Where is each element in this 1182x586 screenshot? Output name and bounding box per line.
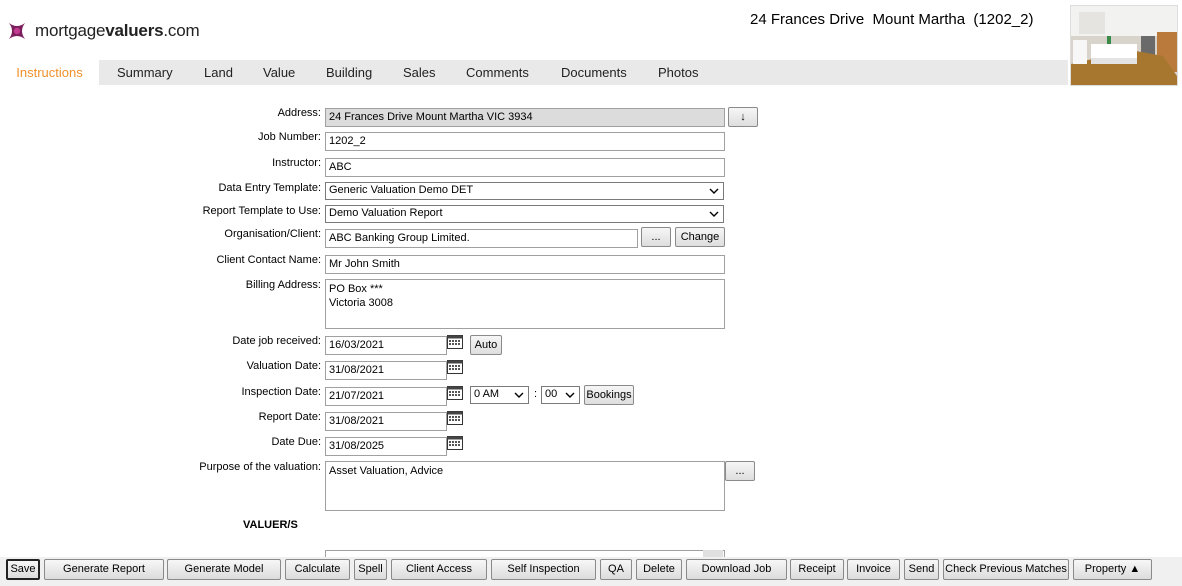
delete-button[interactable]: Delete [636,559,682,580]
calendar-icon[interactable] [447,435,463,450]
inspecting-valuer-dropdown-handle[interactable] [703,550,723,557]
chevron-down-icon [709,188,719,194]
brand-wordmark: mortgagevaluers.com [35,21,200,40]
save-button[interactable]: Save [6,559,40,580]
organisation-browse-button[interactable]: ... [641,227,671,247]
bottom-toolbar: Save Generate Report Generate Model Calc… [0,557,1182,586]
app-header: mortgagevaluers.com 24 Frances Drive Mou… [0,0,1182,86]
spell-button[interactable]: Spell [354,559,387,580]
tab-instructions[interactable]: Instructions [0,60,99,85]
inspection-date-label: Inspection Date: [241,386,322,398]
tab-summary[interactable]: Summary [117,60,173,85]
purpose-label: Purpose of the valuation: [199,461,321,473]
instructor-label: Instructor: [272,157,321,169]
tab-value[interactable]: Value [263,60,295,85]
inspection-hour-value: 0 AM [474,388,500,400]
chevron-down-icon [709,211,719,217]
bookings-button[interactable]: Bookings [584,385,634,405]
organisation-change-button[interactable]: Change [675,227,725,247]
invoice-button[interactable]: Invoice [847,559,900,580]
purpose-browse-button[interactable]: ... [725,461,755,481]
self-inspection-button[interactable]: Self Inspection [491,559,596,580]
qa-button[interactable]: QA [600,559,632,580]
valuation-date-input[interactable]: 31/08/2021 [325,361,447,380]
date-due-input[interactable]: 31/08/2025 [325,437,447,456]
organisation-input[interactable]: ABC Banking Group Limited. [325,229,638,248]
tab-documents[interactable]: Documents [561,60,627,85]
report-template-value: Demo Valuation Report [329,207,443,219]
data-entry-template-select[interactable]: Generic Valuation Demo DET [325,182,724,200]
instructor-input[interactable]: ABC [325,158,725,177]
property-photo[interactable] [1070,5,1178,86]
inspection-hour-select[interactable]: 0 AM [470,386,529,404]
tab-bar: Instructions Summary Land Value Building… [0,60,1068,85]
date-due-label: Date Due: [271,436,321,448]
calendar-icon[interactable] [447,334,463,349]
valuers-section-heading: VALUER/S [243,519,298,531]
job-number-input[interactable]: 1202_2 [325,132,725,151]
client-access-button[interactable]: Client Access [391,559,487,580]
client-contact-label: Client Contact Name: [216,254,321,266]
valuation-date-label: Valuation Date: [246,360,321,372]
calendar-icon[interactable] [447,359,463,374]
chevron-down-icon [565,392,575,398]
client-contact-input[interactable]: Mr John Smith [325,255,725,274]
tab-land[interactable]: Land [204,60,233,85]
calculate-button[interactable]: Calculate [285,559,350,580]
data-entry-template-value: Generic Valuation Demo DET [329,184,474,196]
property-menu-button[interactable]: Property ▲ [1073,559,1152,580]
report-template-select[interactable]: Demo Valuation Report [325,205,724,223]
calendar-icon[interactable] [447,385,463,400]
data-entry-template-label: Data Entry Template: [218,182,321,194]
inspection-minute-value: 00 [545,388,558,400]
tab-photos[interactable]: Photos [658,60,698,85]
tab-building[interactable]: Building [326,60,372,85]
billing-address-label: Billing Address: [245,279,321,291]
address-label: Address: [277,107,321,119]
inspection-minute-select[interactable]: 00 [541,386,580,404]
inspection-date-input[interactable]: 21/07/2021 [325,387,447,406]
job-number-label: Job Number: [258,131,321,143]
report-template-label: Report Template to Use: [202,205,321,217]
send-button[interactable]: Send [904,559,939,580]
generate-report-button[interactable]: Generate Report [44,559,164,580]
brand-logo[interactable]: mortgagevaluers.com [6,19,200,43]
check-previous-matches-button[interactable]: Check Previous Matches [943,559,1069,580]
tab-sales[interactable]: Sales [403,60,436,85]
report-date-label: Report Date: [258,411,321,423]
chevron-down-icon [514,392,524,398]
receipt-button[interactable]: Receipt [790,559,844,580]
inspecting-valuer-select[interactable] [325,550,725,557]
generate-model-button[interactable]: Generate Model [167,559,281,580]
kitchen-photo-image [1071,6,1177,85]
time-separator: : [534,388,538,400]
address-expand-button[interactable]: ↓ [728,107,758,127]
address-field[interactable]: 24 Frances Drive Mount Martha VIC 3934 [325,108,725,127]
report-date-input[interactable]: 31/08/2021 [325,412,447,431]
download-job-button[interactable]: Download Job [686,559,787,580]
date-received-label: Date job received: [232,335,321,347]
calendar-icon[interactable] [447,410,463,425]
date-received-input[interactable]: 16/03/2021 [325,336,447,355]
purpose-textarea[interactable]: Asset Valuation, Advice [325,461,725,511]
auto-date-button[interactable]: Auto [470,335,502,355]
tab-comments[interactable]: Comments [466,60,529,85]
brand-x-icon [9,23,25,39]
organisation-label: Organisation/Client: [224,228,321,240]
property-title: 24 Frances Drive Mount Martha (1202_2) [750,11,1034,28]
billing-address-textarea[interactable]: PO Box *** Victoria 3008 [325,279,725,329]
